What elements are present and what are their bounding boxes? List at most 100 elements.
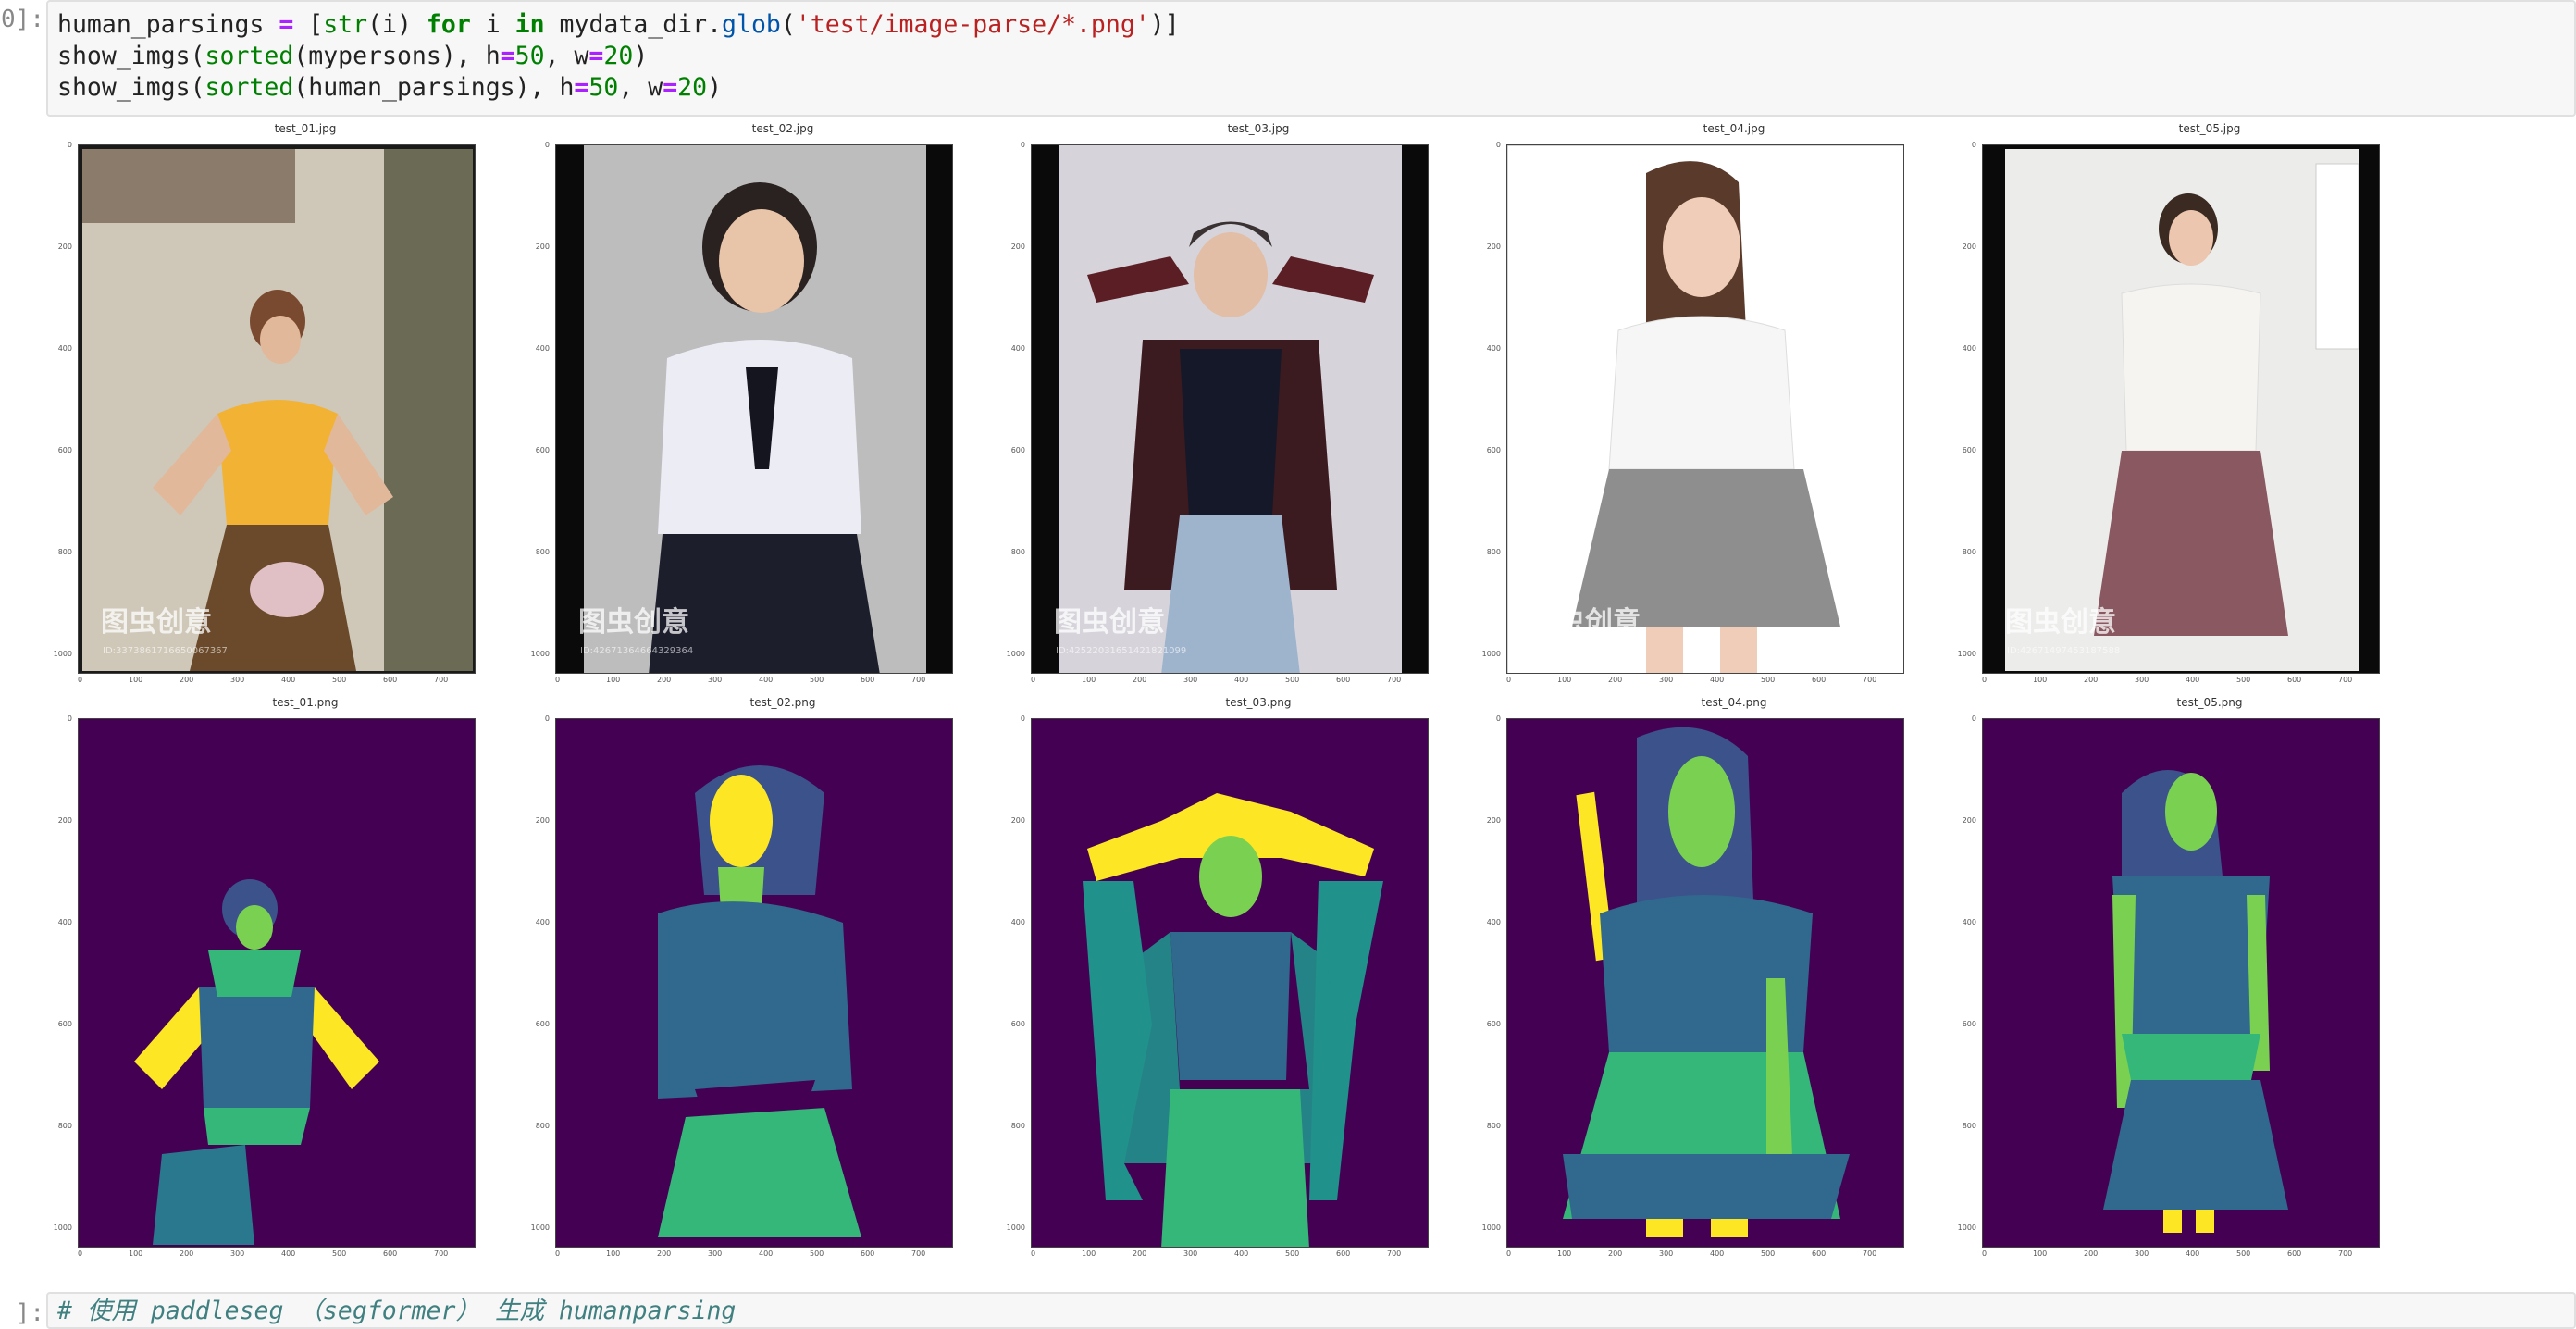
code-token: (mypersons), h xyxy=(293,42,501,70)
y-tick-label: 0 xyxy=(1495,141,1501,149)
x-ticks: 0 100 200 300 400 500 600 700 xyxy=(555,1249,953,1259)
x-tick-label: 400 xyxy=(1710,676,1725,684)
y-tick-label: 0 xyxy=(67,714,72,723)
y-tick-label: 200 xyxy=(535,242,550,251)
y-tick-label: 1000 xyxy=(530,650,550,658)
x-tick-label: 700 xyxy=(1863,676,1877,684)
code-token: , w xyxy=(618,73,663,102)
photo-panel: test_03.jpg 图虫创意 ID:42522031651421821099 0… xyxy=(999,122,1517,687)
x-tick-label: 700 xyxy=(434,676,449,684)
panel-title: test_02.png xyxy=(749,696,816,709)
parsing-image xyxy=(1982,718,2380,1248)
y-tick-label: 200 xyxy=(1962,242,1976,251)
y-tick-label: 800 xyxy=(57,548,72,556)
code-token: [ xyxy=(293,10,324,39)
code-token: 20 xyxy=(603,42,634,70)
x-tick-label: 500 xyxy=(810,1249,824,1258)
photo-panel: test_02.jpg 图虫创意 ID:42671364664329364 0 200… xyxy=(524,122,1042,687)
photo-image: 图虫创意 ID:42671497453187588 xyxy=(1982,144,2380,674)
code-token: )] xyxy=(1149,10,1180,39)
photo-panel: test_04.jpg 图虫创意 0 200 400 600 800 1000 0 100 200… xyxy=(1475,122,1993,687)
y-tick-label: 400 xyxy=(57,918,72,926)
code-token: mydata_dir. xyxy=(544,10,723,39)
code-token: human_parsings xyxy=(57,10,279,39)
x-tick-label: 500 xyxy=(1285,676,1300,684)
y-tick-label: 1000 xyxy=(1481,1223,1501,1232)
y-tick-label: 800 xyxy=(1486,1122,1501,1130)
x-tick-label: 0 xyxy=(78,676,83,684)
x-tick-label: 100 xyxy=(606,1249,621,1258)
x-tick-label: 100 xyxy=(1082,676,1096,684)
y-tick-label: 0 xyxy=(1020,141,1025,149)
x-tick-label: 100 xyxy=(1082,1249,1096,1258)
cell-prompt: 0]: xyxy=(1,6,44,33)
panel-title: test_03.png xyxy=(1225,696,1292,709)
x-tick-label: 600 xyxy=(383,676,398,684)
panel-title: test_04.png xyxy=(1701,696,1767,709)
code-cell[interactable]: human_parsings = [str(i) for i in mydata… xyxy=(46,0,2576,117)
y-tick-label: 800 xyxy=(57,1122,72,1130)
code-token: = xyxy=(500,42,515,70)
y-tick-label: 400 xyxy=(1486,918,1501,926)
x-tick-label: 300 xyxy=(1659,676,1674,684)
x-tick-label: 500 xyxy=(2236,1249,2251,1258)
y-tick-label: 1000 xyxy=(1006,650,1025,658)
person-photo xyxy=(1983,145,2379,673)
person-photo xyxy=(1507,145,1903,673)
x-ticks: 0 100 200 300 400 500 600 700 xyxy=(1031,676,1429,685)
segmentation-mask xyxy=(1507,719,1903,1247)
x-tick-label: 400 xyxy=(281,1249,296,1258)
code-token: (human_parsings), h xyxy=(293,73,575,102)
person-photo xyxy=(556,145,952,673)
x-tick-label: 300 xyxy=(230,1249,245,1258)
code-cell-2[interactable]: # 使用 paddleseg （segformer） 生成 humanparsi… xyxy=(46,1292,2576,1329)
x-tick-label: 500 xyxy=(1761,1249,1776,1258)
y-tick-label: 800 xyxy=(1962,1122,1976,1130)
x-tick-label: 500 xyxy=(810,676,824,684)
x-tick-label: 300 xyxy=(1183,1249,1198,1258)
y-tick-label: 400 xyxy=(1486,344,1501,353)
x-tick-label: 700 xyxy=(434,1249,449,1258)
x-tick-label: 0 xyxy=(555,1249,561,1258)
code-token: = xyxy=(574,73,589,102)
parsing-image xyxy=(1506,718,1904,1248)
y-tick-label: 600 xyxy=(535,1020,550,1028)
y-tick-label: 0 xyxy=(544,714,550,723)
panel-title: test_05.jpg xyxy=(2178,122,2241,135)
y-tick-label: 600 xyxy=(57,1020,72,1028)
x-tick-label: 300 xyxy=(1183,676,1198,684)
y-tick-label: 400 xyxy=(1010,918,1025,926)
x-tick-label: 600 xyxy=(861,1249,875,1258)
x-tick-label: 400 xyxy=(1710,1249,1725,1258)
y-tick-label: 200 xyxy=(1486,816,1501,825)
x-tick-label: 600 xyxy=(861,676,875,684)
x-tick-label: 600 xyxy=(2287,1249,2302,1258)
x-tick-label: 400 xyxy=(759,676,774,684)
x-tick-label: 600 xyxy=(1812,676,1827,684)
x-tick-label: 300 xyxy=(708,676,723,684)
x-tick-label: 700 xyxy=(2338,676,2353,684)
x-tick-label: 200 xyxy=(180,676,194,684)
y-tick-label: 400 xyxy=(1962,344,1976,353)
x-tick-label: 200 xyxy=(2084,676,2099,684)
x-tick-label: 500 xyxy=(2236,676,2251,684)
watermark-id: ID:42671364664329364 xyxy=(580,646,694,656)
y-tick-label: 600 xyxy=(1010,1020,1025,1028)
x-tick-label: 500 xyxy=(332,676,347,684)
y-tick-label: 0 xyxy=(1020,714,1025,723)
y-tick-label: 1000 xyxy=(1957,650,1976,658)
y-tick-label: 600 xyxy=(1010,446,1025,454)
y-tick-label: 600 xyxy=(57,446,72,454)
y-tick-label: 0 xyxy=(1495,714,1501,723)
y-tick-label: 800 xyxy=(535,1122,550,1130)
y-tick-label: 800 xyxy=(1010,548,1025,556)
x-tick-label: 500 xyxy=(332,1249,347,1258)
x-tick-label: 100 xyxy=(129,1249,143,1258)
x-tick-label: 500 xyxy=(1761,676,1776,684)
y-tick-label: 400 xyxy=(57,344,72,353)
y-tick-label: 600 xyxy=(1962,446,1976,454)
x-tick-label: 300 xyxy=(2135,676,2149,684)
x-tick-label: 200 xyxy=(2084,1249,2099,1258)
x-tick-label: 0 xyxy=(1506,1249,1512,1258)
y-tick-label: 200 xyxy=(1010,816,1025,825)
